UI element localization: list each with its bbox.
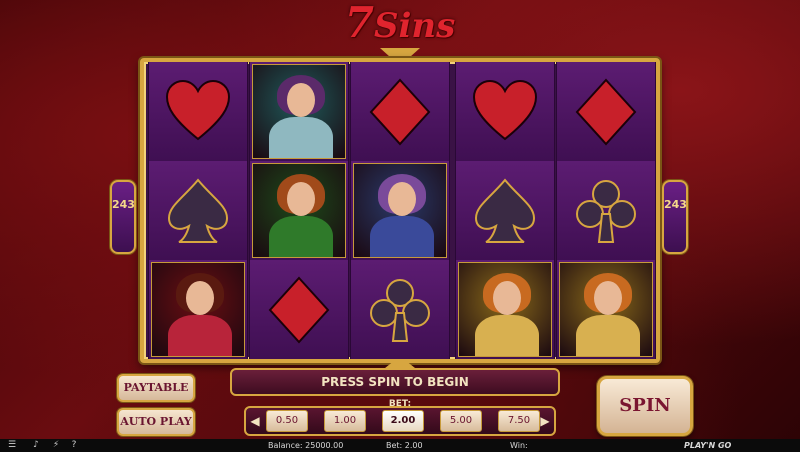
portrait-gold-symbol [556, 260, 656, 359]
bet-increase-button[interactable]: ▶ [538, 411, 552, 431]
spin-button[interactable]: SPIN [597, 376, 693, 436]
bet-decrease-button[interactable]: ◀ [248, 411, 262, 431]
win-display: Win: [510, 441, 528, 450]
reel-4 [455, 62, 555, 359]
reel-2 [249, 62, 349, 359]
turbo-icon[interactable]: ⚡ [50, 439, 62, 452]
game-logo: 7Sins [0, 0, 800, 50]
bet-display: Bet: 2.00 [386, 441, 423, 450]
ways-indicator-left: 243 [110, 180, 136, 254]
spade-symbol [455, 161, 555, 260]
bet-label: BET: [388, 399, 412, 409]
help-icon[interactable]: ? [68, 439, 80, 452]
bet-option-3[interactable]: 2.00 [382, 410, 424, 432]
reel-3 [350, 62, 450, 359]
brand-logo: PLAY'N GO [684, 441, 732, 450]
portrait-green-symbol [249, 161, 349, 260]
heart-symbol [455, 62, 555, 161]
portrait-gold-symbol [455, 260, 555, 359]
paytable-button[interactable]: PAYTABLE [117, 374, 195, 402]
bet-option-2[interactable]: 1.00 [324, 410, 366, 432]
portrait-red-symbol [148, 260, 248, 359]
diamond-symbol [556, 62, 656, 161]
club-symbol [350, 260, 450, 359]
diamond-symbol [350, 62, 450, 161]
message-bar: PRESS SPIN TO BEGIN [230, 368, 560, 396]
ways-count-right: 243 [664, 198, 687, 211]
heart-symbol [148, 62, 248, 161]
autoplay-button[interactable]: AUTO PLAY [117, 408, 195, 436]
bet-option-1[interactable]: 0.50 [266, 410, 308, 432]
portrait-blue-symbol [350, 161, 450, 260]
club-symbol [556, 161, 656, 260]
balance-display: Balance: 25000.00 [268, 441, 344, 450]
status-bar: ☰ ♪ ⚡ ? Balance: 25000.00 Bet: 2.00 Win:… [0, 439, 800, 452]
reel-5 [556, 62, 656, 359]
bet-option-5[interactable]: 7.50 [498, 410, 540, 432]
portrait-teal-symbol [249, 62, 349, 161]
ways-count-left: 243 [112, 198, 135, 211]
logo-word: Sins [373, 6, 456, 46]
spade-symbol [148, 161, 248, 260]
sound-icon[interactable]: ♪ [30, 439, 42, 452]
bet-option-4[interactable]: 5.00 [440, 410, 482, 432]
ways-indicator-right: 243 [662, 180, 688, 254]
menu-icon[interactable]: ☰ [6, 439, 18, 452]
diamond-symbol [249, 260, 349, 359]
logo-number: 7 [344, 0, 374, 47]
reel-1 [148, 62, 248, 359]
